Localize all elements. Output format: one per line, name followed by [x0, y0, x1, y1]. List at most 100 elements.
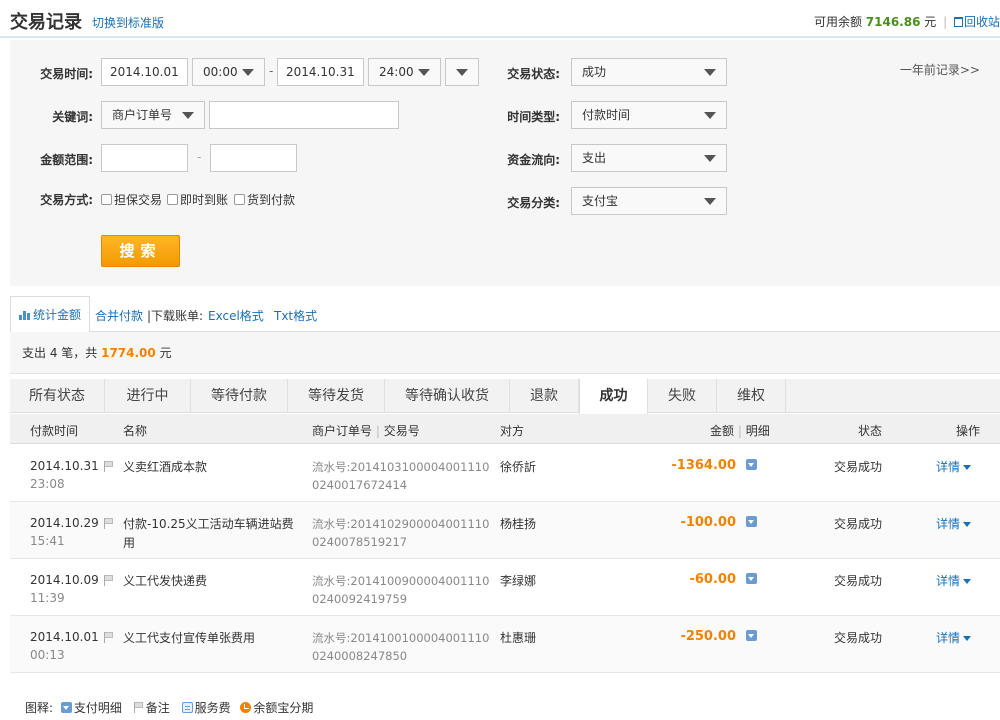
row-name: 义工代发快递费 [123, 574, 208, 588]
table-header: 付款时间 名称 商户订单号 | 交易号 对方 金额 | 明细 状态 操作 [10, 414, 1000, 444]
legend-label: 图释: [25, 701, 54, 715]
note-flag-icon[interactable] [104, 518, 114, 529]
row-detail-link[interactable]: 详情 [936, 629, 972, 646]
row-detail-link[interactable]: 详情 [936, 458, 972, 475]
date-range-dash: - [269, 64, 274, 78]
caret-down-icon [963, 465, 972, 470]
tab-awaiting-shipment[interactable]: 等待发货 [288, 379, 385, 413]
row-time: 00:13 [30, 648, 65, 662]
row-serial-line2: 0240092419759 [312, 592, 408, 606]
tools-bar: 统计金额 合并付款 |下载账单: Excel格式 Txt格式 [10, 296, 1000, 333]
tab-awaiting-receipt[interactable]: 等待确认收货 [385, 379, 510, 413]
col-operation: 操作 [956, 424, 981, 438]
service-fee-icon [181, 702, 193, 713]
tab-dispute[interactable]: 维权 [717, 379, 786, 413]
tab-failed[interactable]: 失败 [648, 379, 717, 413]
summary-suffix: 元 [155, 346, 172, 360]
start-date-input[interactable]: 2014.10.01 [101, 58, 188, 86]
checkbox-icon [101, 194, 112, 205]
row-amount: -100.00 [680, 515, 736, 530]
time-type-label: 时间类型: [507, 110, 560, 124]
row-detail-label: 详情 [936, 574, 961, 588]
row-detail-link[interactable]: 详情 [936, 515, 972, 532]
fund-flow-select[interactable]: 支出 [571, 144, 727, 172]
keyword-input[interactable] [209, 101, 399, 129]
tab-in-progress[interactable]: 进行中 [105, 379, 191, 413]
older-records-link[interactable]: 一年前记录>> [900, 61, 980, 78]
balance-area: 可用余额 7146.86 元 | 回收站 [814, 13, 1000, 30]
row-party: 徐侨訢 [500, 460, 537, 474]
row-time: 23:08 [30, 477, 65, 491]
download-excel-link[interactable]: Excel格式 [208, 307, 264, 324]
pay-detail-icon[interactable] [746, 573, 757, 584]
row-status: 交易成功 [834, 517, 883, 531]
pay-detail-icon[interactable] [746, 516, 757, 527]
header-separator: | [943, 15, 948, 29]
row-status: 交易成功 [834, 460, 883, 474]
trade-method-label: 交易方式: [40, 193, 93, 207]
tab-awaiting-payment[interactable]: 等待付款 [191, 379, 288, 413]
quick-range-select[interactable] [445, 58, 479, 86]
amount-min-input[interactable] [101, 144, 188, 172]
col-trade-no-label: 交易号 [383, 424, 420, 438]
row-name: 付款-10.25义工活动车辆进站费用 [123, 517, 294, 550]
start-time-value: 00:00 [203, 65, 238, 79]
row-detail-link[interactable]: 详情 [936, 572, 972, 589]
note-flag-icon[interactable] [104, 575, 114, 586]
search-button[interactable]: 搜索 [101, 235, 180, 267]
download-txt-link[interactable]: Txt格式 [274, 307, 317, 324]
amount-range-label: 金额范围: [40, 153, 93, 167]
trade-category-value: 支付宝 [582, 194, 619, 208]
trade-status-select[interactable]: 成功 [571, 58, 727, 86]
summary-prefix: 支出 4 笔，共 [22, 346, 102, 360]
pay-detail-icon[interactable] [746, 630, 757, 641]
row-time: 11:39 [30, 591, 65, 605]
note-flag-icon[interactable] [104, 461, 114, 472]
checkbox-icon [167, 194, 178, 205]
tab-stats-amount[interactable]: 统计金额 [10, 296, 90, 333]
method-escrow-label: 担保交易 [114, 193, 163, 207]
col-amount: 金额 | 明细 [710, 422, 770, 439]
tab-refund[interactable]: 退款 [510, 379, 579, 413]
legend-yeb-installment: 余额宝分期 [253, 701, 314, 715]
time-type-select[interactable]: 付款时间 [571, 101, 727, 129]
row-serial-line2: 0240008247850 [312, 649, 408, 663]
tab-all-status[interactable]: 所有状态 [10, 379, 105, 413]
trade-category-select[interactable]: 支付宝 [571, 187, 727, 215]
method-instant-label: 即时到账 [180, 193, 229, 207]
col-amount-label: 金额 [710, 424, 735, 438]
row-status: 交易成功 [834, 631, 883, 645]
trade-status-label: 交易状态: [507, 67, 560, 81]
row-date: 2014.10.09 [30, 573, 99, 587]
merge-pay-link[interactable]: 合并付款 [95, 307, 143, 324]
legend-service-fee: 服务费 [194, 701, 231, 715]
recycle-bin-link[interactable]: 回收站 [953, 15, 1000, 29]
row-serial-line2: 0240078519217 [312, 535, 408, 549]
tab-success[interactable]: 成功 [579, 379, 648, 414]
method-instant-checkbox[interactable]: 即时到账 [167, 191, 228, 208]
keyword-type-select[interactable]: 商户订单号 [101, 101, 205, 129]
amount-max-input[interactable] [210, 144, 297, 172]
row-serial: 流水号:2014102900004001110 0240078519217 [312, 515, 489, 551]
method-escrow-checkbox[interactable]: 担保交易 [101, 191, 162, 208]
method-cod-checkbox[interactable]: 货到付款 [234, 191, 295, 208]
row-date: 2014.10.29 [30, 516, 99, 530]
row-detail-label: 详情 [936, 460, 961, 474]
col-order-no-label: 商户订单号 [312, 424, 373, 438]
row-status: 交易成功 [834, 574, 883, 588]
trade-status-value: 成功 [582, 65, 607, 79]
start-time-select[interactable]: 00:00 [192, 58, 265, 86]
caret-down-icon [963, 522, 972, 527]
keyword-type-value: 商户订单号 [112, 108, 173, 122]
row-detail-label: 详情 [936, 517, 961, 531]
row-party: 李绿娜 [500, 574, 537, 588]
switch-standard-link[interactable]: 切换到标准版 [92, 14, 164, 31]
row-party: 杨桂扬 [500, 517, 537, 531]
trade-category-label: 交易分类: [507, 196, 560, 210]
pay-detail-icon[interactable] [746, 459, 757, 470]
end-date-input[interactable]: 2014.10.31 [277, 58, 364, 86]
summary-amount: 1774.00 [101, 346, 156, 360]
end-time-select[interactable]: 24:00 [368, 58, 441, 86]
note-flag-icon[interactable] [104, 632, 114, 643]
row-amount: -1364.00 [671, 458, 736, 473]
